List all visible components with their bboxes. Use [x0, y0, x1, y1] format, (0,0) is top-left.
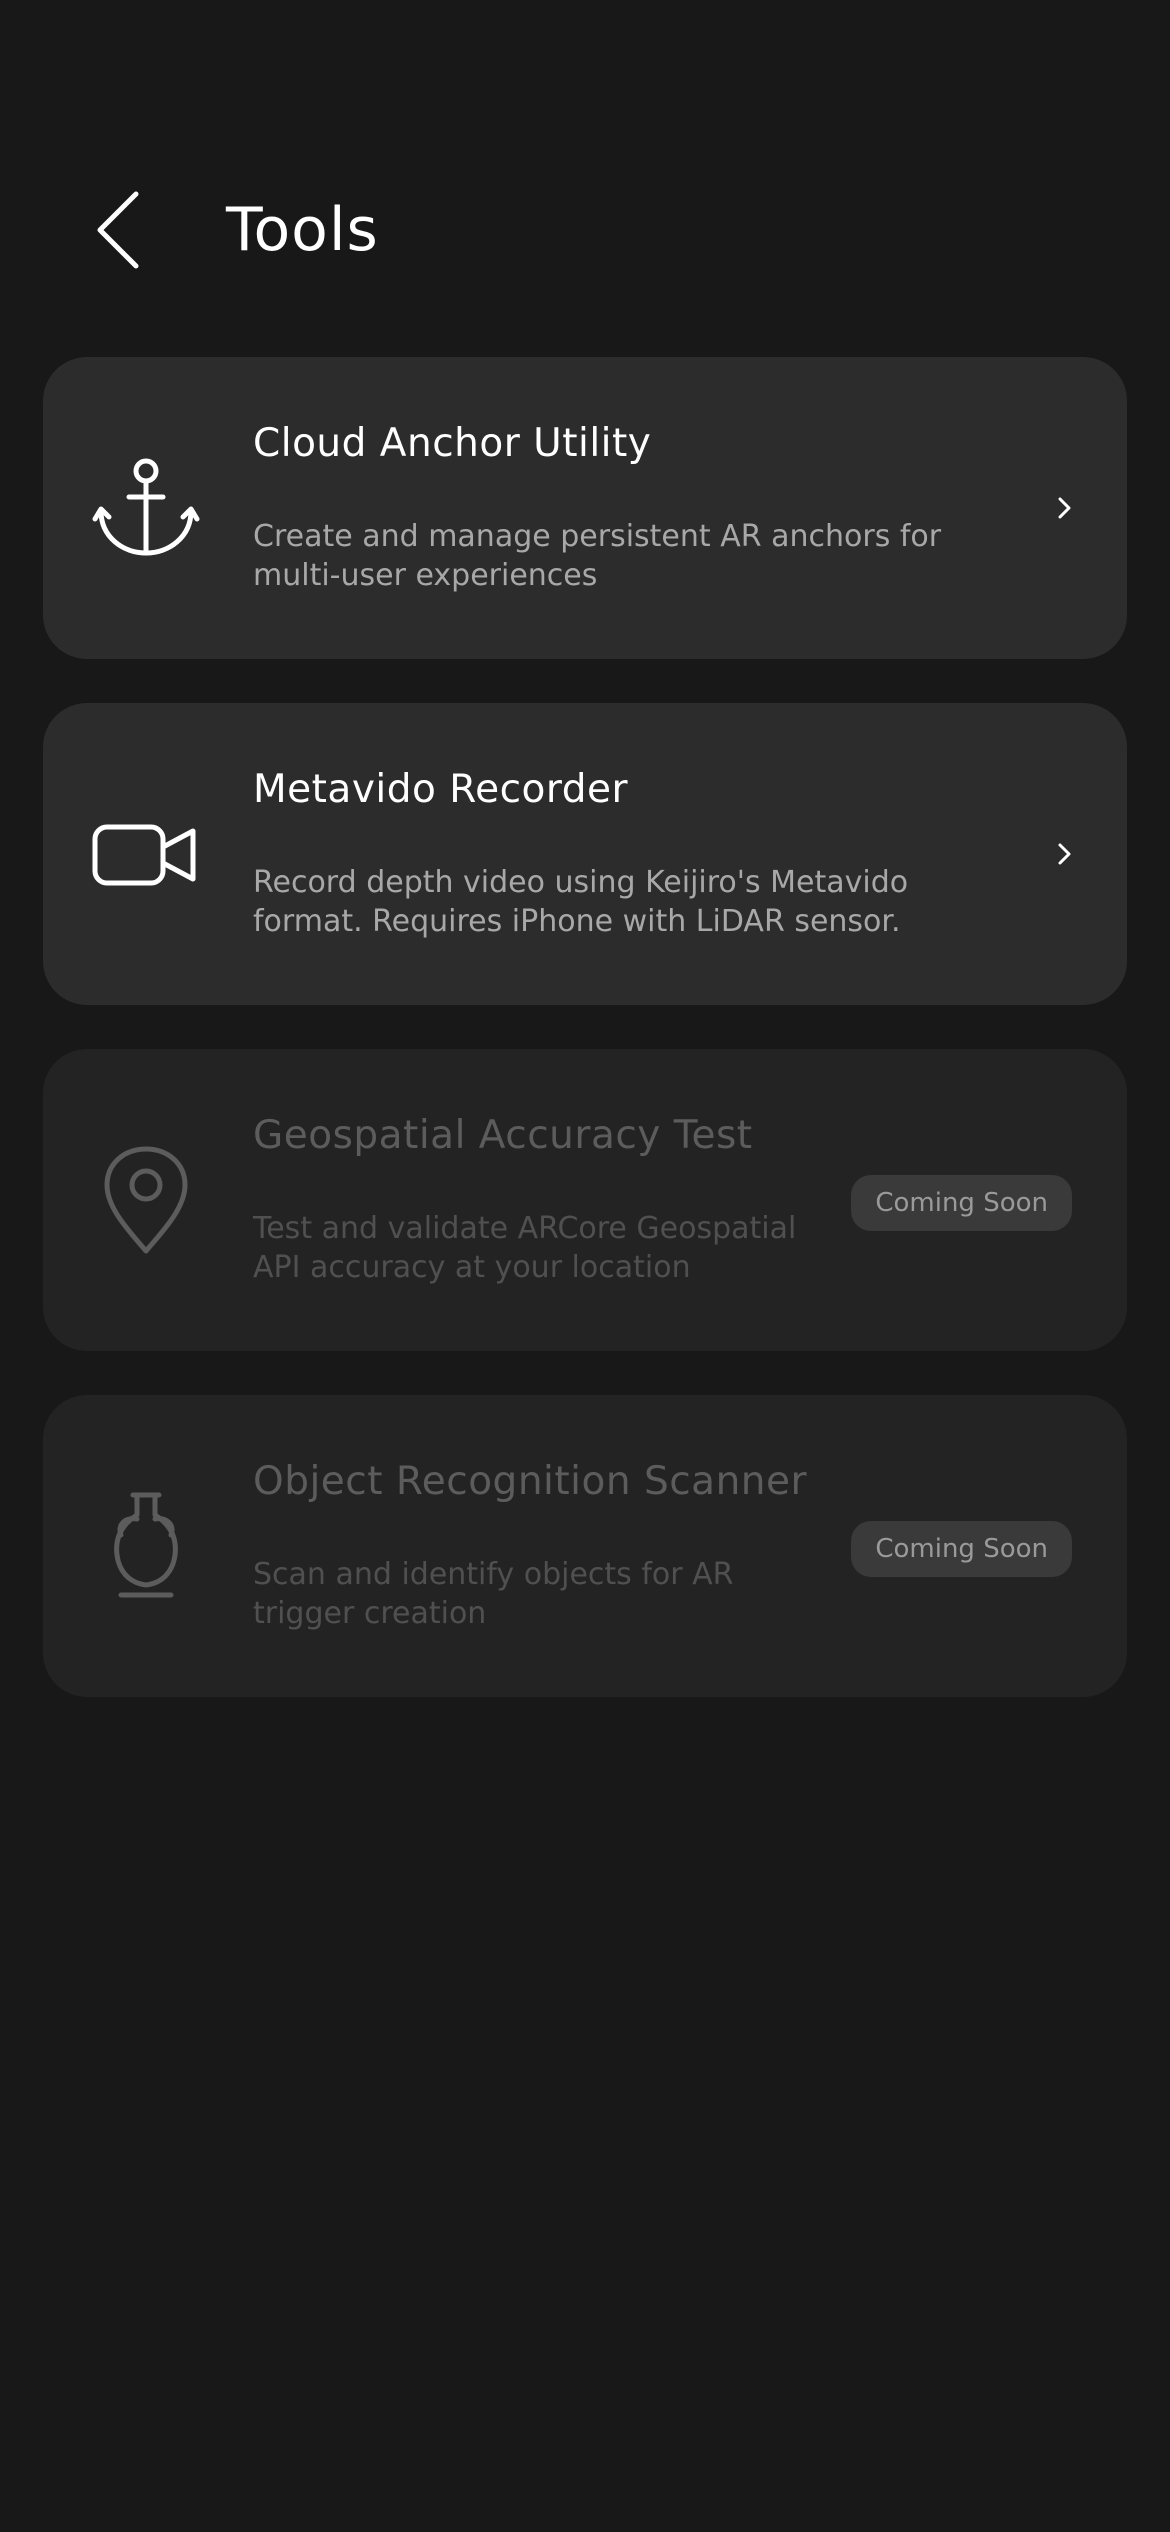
tools-list: Cloud Anchor Utility Create and manage p…	[43, 357, 1127, 1741]
tool-card-object-recognition: Object Recognition Scanner Scan and iden…	[43, 1395, 1127, 1697]
coming-soon-badge: Coming Soon	[851, 1521, 1072, 1577]
tool-title: Geospatial Accuracy Test	[253, 1113, 753, 1158]
tool-description: Record depth video using Keijiro's Metav…	[253, 865, 909, 939]
location-pin-icon	[104, 1146, 188, 1254]
tool-card-metavido-recorder[interactable]: Metavido Recorder Record depth video usi…	[43, 703, 1127, 1005]
coming-soon-badge: Coming Soon	[851, 1175, 1072, 1231]
tool-description: Create and manage persistent AR anchors …	[253, 519, 942, 593]
video-camera-icon	[92, 824, 196, 886]
tool-title: Object Recognition Scanner	[253, 1459, 808, 1504]
tool-title: Metavido Recorder	[253, 767, 629, 812]
tool-card-cloud-anchor[interactable]: Cloud Anchor Utility Create and manage p…	[43, 357, 1127, 659]
chevron-right-icon	[1058, 497, 1071, 519]
tool-title: Cloud Anchor Utility	[253, 421, 652, 466]
header: Tools	[0, 180, 1170, 280]
tool-description: Scan and identify objects for AR trigger…	[253, 1557, 734, 1631]
chevron-right-icon	[1058, 843, 1071, 865]
page-title: Tools	[226, 195, 379, 265]
tool-description: Test and validate ARCore Geospatial API …	[253, 1211, 797, 1285]
back-chevron-icon[interactable]	[88, 188, 152, 272]
vase-icon	[114, 1492, 178, 1598]
tool-card-geospatial-accuracy: Geospatial Accuracy Test Test and valida…	[43, 1049, 1127, 1351]
anchor-icon	[92, 458, 200, 556]
